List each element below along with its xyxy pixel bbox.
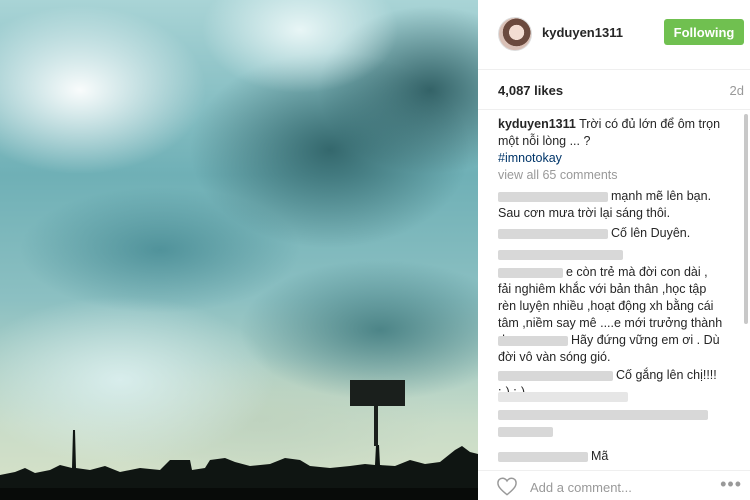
post-header: kyduyen1311 Following bbox=[478, 0, 750, 70]
blurred-username bbox=[498, 335, 568, 346]
list-item: Cố lên Duyên. bbox=[498, 225, 723, 242]
add-comment-input[interactable] bbox=[528, 475, 702, 499]
comment-text: Mã bbox=[591, 449, 609, 463]
view-all-comments-link[interactable]: view all 65 comments bbox=[498, 167, 723, 184]
blurred-username bbox=[498, 191, 608, 202]
blurred-username bbox=[498, 228, 608, 239]
blurred-username bbox=[498, 370, 613, 381]
list-item bbox=[498, 246, 723, 263]
comments-list[interactable]: kyduyen1311 Trời có đủ lớn để ôm trọn mộ… bbox=[478, 110, 750, 470]
blurred-comment bbox=[498, 409, 708, 420]
avatar[interactable] bbox=[498, 17, 532, 51]
blurred-username bbox=[498, 267, 563, 278]
blurred-username bbox=[498, 249, 623, 260]
comment-text: Cố lên Duyên. bbox=[611, 226, 691, 240]
likes-count[interactable]: 4,087 likes bbox=[498, 83, 563, 98]
caption: kyduyen1311 Trời có đủ lớn để ôm trọn mộ… bbox=[498, 116, 723, 167]
heart-icon[interactable] bbox=[496, 476, 518, 496]
list-item bbox=[498, 388, 723, 405]
caption-username[interactable]: kyduyen1311 bbox=[498, 117, 576, 131]
blurred-username bbox=[498, 451, 588, 462]
likes-row: 4,087 likes 2d bbox=[478, 70, 750, 110]
list-item bbox=[498, 406, 723, 440]
list-item: Mã bbox=[498, 448, 723, 465]
list-item: mạnh mẽ lên bạn. Sau cơn mưa trời lại sá… bbox=[498, 188, 723, 222]
list-item: Hãy đứng vững em ơi . Dù đời vô vàn sóng… bbox=[498, 332, 723, 366]
caption-hashtag[interactable]: #imnotokay bbox=[498, 151, 562, 165]
comments-scrollbar[interactable] bbox=[744, 114, 748, 324]
post-time[interactable]: 2d bbox=[730, 83, 744, 98]
username-link[interactable]: kyduyen1311 bbox=[542, 25, 623, 40]
city-skyline-silhouette bbox=[0, 380, 478, 500]
comment-bar: ••• bbox=[478, 470, 750, 500]
more-options-icon[interactable]: ••• bbox=[720, 474, 742, 495]
blurred-comment bbox=[498, 426, 553, 437]
post-photo[interactable] bbox=[0, 0, 478, 500]
following-button[interactable]: Following bbox=[664, 19, 744, 45]
blurred-comment bbox=[498, 391, 628, 402]
